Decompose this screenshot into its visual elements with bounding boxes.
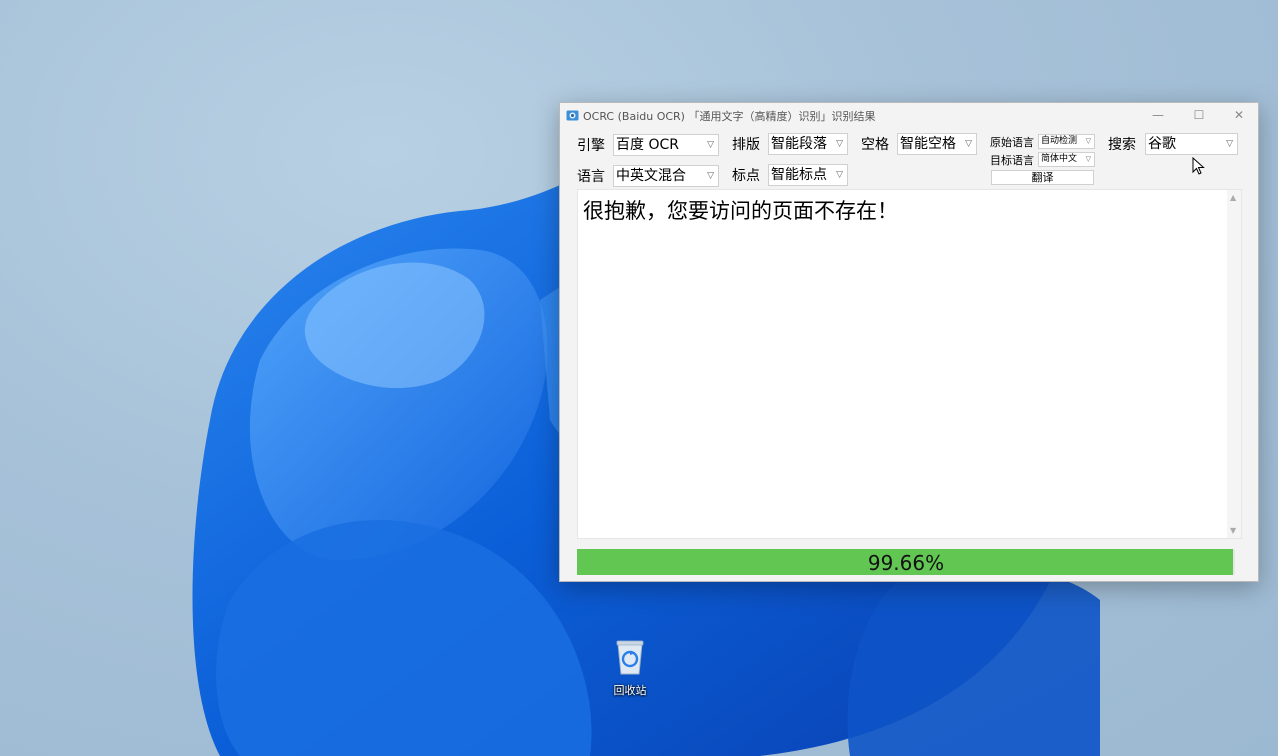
- chevron-down-icon: ▽: [836, 139, 843, 149]
- target-language-label: 目标语言: [990, 154, 1034, 167]
- recycle-bin-label: 回收站: [613, 684, 647, 697]
- window-title: OCRC (Baidu OCR) 「通用文字（高精度）识别」识别结果: [583, 110, 876, 123]
- maximize-button[interactable]: ☐: [1179, 103, 1219, 129]
- engine-dropdown[interactable]: 百度 OCR ▽: [613, 134, 719, 156]
- app-camera-icon: [566, 110, 579, 121]
- language-dropdown[interactable]: 中英文混合 ▽: [613, 165, 719, 187]
- ocr-result-window: OCRC (Baidu OCR) 「通用文字（高精度）识别」识别结果 — ☐ ✕…: [559, 102, 1259, 582]
- ocr-result-text[interactable]: 很抱歉，您要访问的页面不存在！: [583, 195, 898, 225]
- minimize-button[interactable]: —: [1138, 103, 1178, 129]
- source-language-value: 自动检测: [1041, 136, 1078, 146]
- search-engine-value: 谷歌: [1148, 136, 1176, 152]
- space-dropdown[interactable]: 智能空格 ▽: [897, 133, 977, 155]
- close-button[interactable]: ✕: [1219, 103, 1259, 129]
- chevron-down-icon: ▽: [707, 140, 714, 150]
- chevron-down-icon: ▽: [1226, 139, 1233, 149]
- source-language-label: 原始语言: [990, 136, 1034, 149]
- punctuation-value: 智能标点: [771, 167, 827, 183]
- scroll-up-arrow-icon[interactable]: ▲: [1230, 193, 1236, 202]
- title-bar[interactable]: OCRC (Baidu OCR) 「通用文字（高精度）识别」识别结果 — ☐ ✕: [560, 103, 1258, 129]
- space-value: 智能空格: [900, 136, 956, 152]
- punctuation-label: 标点: [732, 168, 760, 184]
- space-label: 空格: [861, 137, 889, 153]
- scroll-down-arrow-icon[interactable]: ▼: [1230, 526, 1236, 535]
- search-engine-dropdown[interactable]: 谷歌 ▽: [1145, 133, 1238, 155]
- search-label: 搜索: [1108, 137, 1136, 153]
- vertical-scrollbar[interactable]: ▲ ▼: [1227, 190, 1241, 538]
- layout-label: 排版: [732, 137, 760, 153]
- progress-percentage: 99.66%: [867, 551, 945, 575]
- engine-value: 百度 OCR: [616, 137, 679, 153]
- chevron-down-icon: ▽: [965, 139, 972, 149]
- chevron-down-icon: ▽: [707, 171, 714, 181]
- language-value: 中英文混合: [616, 168, 686, 184]
- engine-label: 引擎: [577, 138, 605, 154]
- chevron-down-icon: ▽: [836, 170, 843, 180]
- layout-value: 智能段落: [771, 136, 827, 152]
- target-language-value: 简体中文: [1041, 154, 1078, 164]
- target-language-dropdown[interactable]: 简体中文 ▽: [1038, 152, 1095, 167]
- chevron-down-icon: ▽: [1085, 155, 1091, 163]
- translate-button[interactable]: 翻译: [991, 170, 1094, 185]
- recycle-bin-icon: [616, 640, 644, 675]
- confidence-progress-bar: 99.66%: [577, 549, 1235, 575]
- layout-dropdown[interactable]: 智能段落 ▽: [768, 133, 848, 155]
- chevron-down-icon: ▽: [1085, 137, 1091, 145]
- punctuation-dropdown[interactable]: 智能标点 ▽: [768, 164, 848, 186]
- language-label: 语言: [577, 169, 605, 185]
- recycle-bin-desktop-icon[interactable]: 回收站: [606, 638, 654, 698]
- source-language-dropdown[interactable]: 自动检测 ▽: [1038, 134, 1095, 149]
- mouse-pointer-icon: [1192, 157, 1205, 175]
- ocr-result-textarea[interactable]: 很抱歉，您要访问的页面不存在！ ▲ ▼: [577, 189, 1242, 539]
